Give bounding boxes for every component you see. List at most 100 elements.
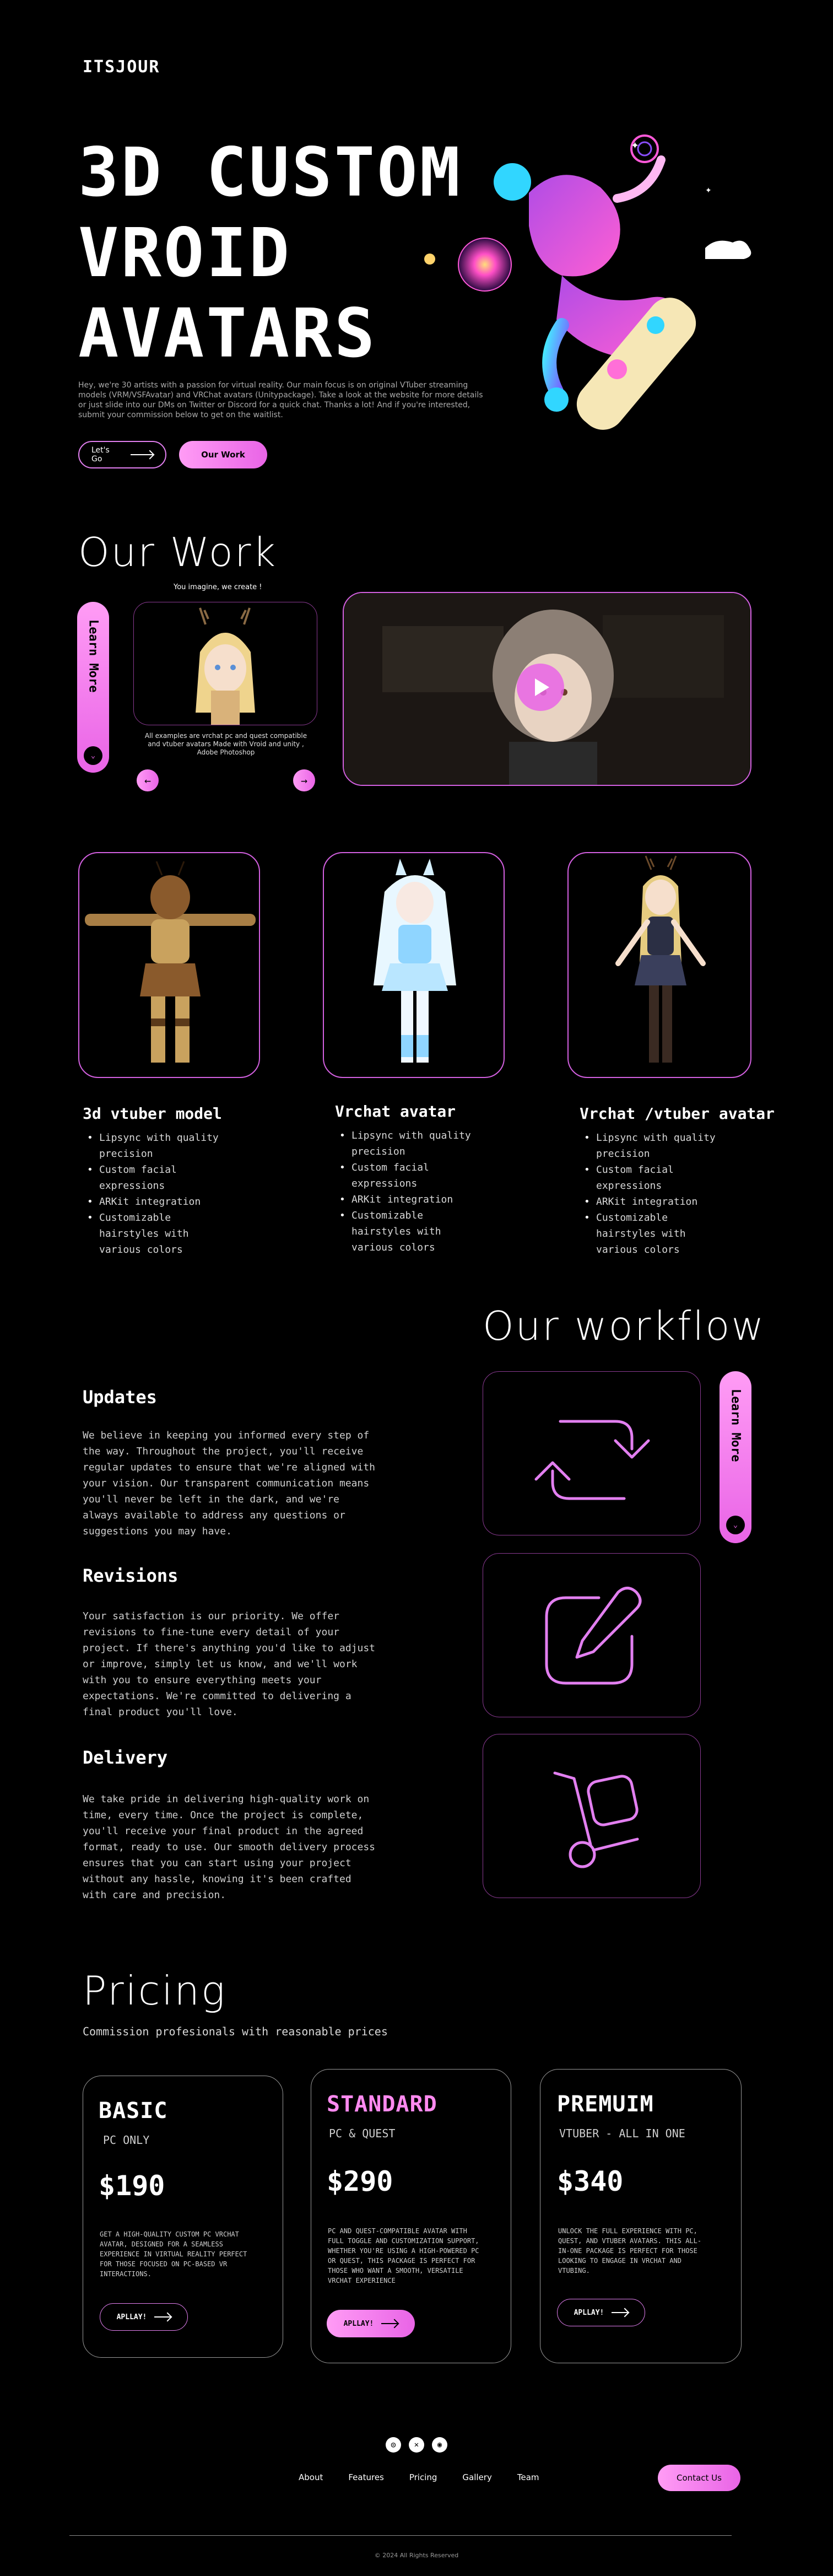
apply-label: APLLAY! [574, 2308, 604, 2317]
price-card-basic: BASIC PC ONLY $190 GET A HIGH-QUALITY CU… [83, 2076, 283, 2358]
twitter-icon[interactable]: ✕ [409, 2437, 424, 2453]
workflow-icon-card-3 [483, 1734, 701, 1898]
plan-price: $190 [99, 2170, 165, 2202]
feature-item: Lipsync with quality precision [335, 1128, 478, 1160]
footer-link-pricing[interactable]: Pricing [409, 2472, 437, 2482]
workflow-step-3-heading: Delivery [83, 1747, 168, 1768]
footer-link-features[interactable]: Features [348, 2472, 384, 2482]
white-hair-avatar-image [374, 859, 456, 1063]
apply-button-premium[interactable]: APLLAY! [557, 2299, 645, 2326]
workflow-step-2-body: Your satisfaction is our priority. We of… [83, 1610, 376, 1718]
workflow-step-2-heading: Revisions [83, 1565, 178, 1586]
hand-truck-icon [553, 1771, 639, 1868]
feature-item: Customizable hairstyles with various col… [335, 1208, 478, 1255]
workflow-step-1-body: We believe in keeping you informed every… [83, 1430, 376, 1537]
pricing-title: Pricing [83, 1968, 227, 2014]
feature-item: Lipsync with quality precision [580, 1130, 723, 1162]
bee-avatar-image [85, 861, 256, 1063]
brand-logo[interactable]: ITSJOUR [83, 57, 160, 77]
plan-name: BASIC [99, 2098, 168, 2124]
feature-item: ARKit integration [335, 1192, 478, 1208]
plan-subtitle: VTUBER - ALL IN ONE [559, 2127, 685, 2140]
arrow-right-icon [612, 2312, 629, 2313]
elf-dress-avatar-image [615, 855, 706, 1063]
elf-avatar-image [196, 607, 255, 725]
arrow-right-icon: → [300, 774, 308, 787]
play-button[interactable] [517, 664, 564, 711]
plan-name: STANDARD [327, 2092, 437, 2117]
apply-button-basic[interactable]: APLLAY! [100, 2303, 188, 2331]
model-title-1: 3d vtuber model [83, 1104, 222, 1123]
plan-price: $290 [327, 2165, 393, 2197]
workflow-icon-card-1 [483, 1371, 701, 1535]
arrow-left-icon: ← [144, 774, 152, 787]
carousel-next-button[interactable]: → [293, 769, 315, 791]
model-card-1[interactable] [78, 852, 260, 1078]
workflow-learn-more-button[interactable]: Learn More ⌄ [720, 1371, 751, 1543]
our-work-label: Our Work [201, 450, 245, 460]
price-card-standard: STANDARD PC & QUEST $290 PC AND QUEST-CO… [311, 2069, 511, 2363]
footer-divider [69, 2535, 732, 2536]
play-icon [535, 678, 549, 696]
apply-label: APLLAY! [116, 2313, 147, 2321]
feature-item: ARKit integration [83, 1194, 226, 1210]
model-features-1: Lipsync with quality precision Custom fa… [83, 1130, 226, 1258]
price-card-premium: PREMUIM VTUBER - ALL IN ONE $340 UNLOCK … [540, 2069, 742, 2363]
our-work-title: Our Work [78, 529, 278, 575]
plan-description: PC AND QUEST-COMPATIBLE AVATAR WITH FULL… [328, 2227, 479, 2284]
model-title-3: Vrchat /vtuber avatar [580, 1104, 775, 1123]
model-features-2: Lipsync with quality precision Custom fa… [335, 1128, 478, 1255]
model-features-3: Lipsync with quality precision Custom fa… [580, 1130, 723, 1258]
refresh-arrows-icon [534, 1420, 650, 1500]
learn-more-label: Learn More [86, 619, 100, 693]
video-preview[interactable] [343, 592, 751, 786]
workflow-icon-card-2 [483, 1553, 701, 1717]
discord-icon[interactable]: ◎ [386, 2437, 401, 2453]
carousel-prev-button[interactable]: ← [137, 769, 159, 791]
lets-go-button[interactable]: Let's Go [78, 441, 166, 468]
feature-item: ARKit integration [580, 1194, 723, 1210]
edit-pencil-icon [545, 1587, 642, 1685]
carousel-note: All examples are vrchat pc and quest com… [144, 732, 307, 756]
arrow-right-icon [130, 454, 153, 455]
plan-price: $340 [557, 2165, 624, 2197]
workflow-title: Our workflow [483, 1303, 766, 1349]
workflow-step-3-body: We take pride in delivering high-quality… [83, 1793, 376, 1901]
footer-link-gallery[interactable]: Gallery [462, 2472, 491, 2482]
footer-link-team[interactable]: Team [517, 2472, 539, 2482]
feature-item: Customizable hairstyles with various col… [580, 1210, 723, 1258]
arrow-down-icon: ⌄ [84, 746, 102, 765]
model-card-2[interactable] [323, 852, 505, 1078]
model-card-3[interactable] [567, 852, 751, 1078]
svg-text:✦: ✦ [631, 140, 639, 152]
model-title-2: Vrchat avatar [335, 1102, 456, 1120]
feature-item: Custom facial expressions [335, 1160, 478, 1192]
our-work-learn-more-button[interactable]: Learn More ⌄ [77, 602, 109, 773]
apply-button-standard[interactable]: APLLAY! [327, 2310, 415, 2337]
arrow-right-icon [154, 2316, 171, 2318]
arrow-down-icon: ⌄ [726, 1516, 745, 1534]
plan-description: UNLOCK THE FULL EXPERIENCE WITH PC, QUES… [558, 2227, 702, 2275]
feature-item: Customizable hairstyles with various col… [83, 1210, 226, 1258]
learn-more-label: Learn More [728, 1389, 743, 1462]
our-work-button[interactable]: Our Work [179, 441, 267, 468]
lets-go-label: Let's Go [91, 446, 110, 464]
hero-description: Hey, we're 30 artists with a passion for… [78, 381, 483, 419]
footer-link-about[interactable]: About [299, 2472, 323, 2482]
apply-label: APLLAY! [343, 2319, 374, 2328]
plan-subtitle: PC ONLY [103, 2133, 150, 2147]
feature-item: Custom facial expressions [83, 1162, 226, 1194]
copyright: © 2024 All Rights Reserved [374, 2552, 459, 2559]
svg-text:✦: ✦ [705, 186, 712, 195]
feature-item: Custom facial expressions [580, 1162, 723, 1194]
carousel-caption: You imagine, we create ! [174, 583, 262, 591]
plan-name: PREMUIM [557, 2092, 654, 2117]
instagram-icon[interactable]: ◉ [432, 2437, 447, 2453]
contact-us-button[interactable]: Contact Us [658, 2465, 740, 2491]
contact-us-label: Contact Us [677, 2473, 722, 2483]
workflow-step-1-heading: Updates [83, 1387, 157, 1408]
pricing-subtitle: Commission profesionals with reasonable … [83, 2025, 388, 2038]
arrow-right-icon [381, 2323, 398, 2324]
footer-nav: About Features Pricing Gallery Team [299, 2472, 539, 2482]
feature-item: Lipsync with quality precision [83, 1130, 226, 1162]
